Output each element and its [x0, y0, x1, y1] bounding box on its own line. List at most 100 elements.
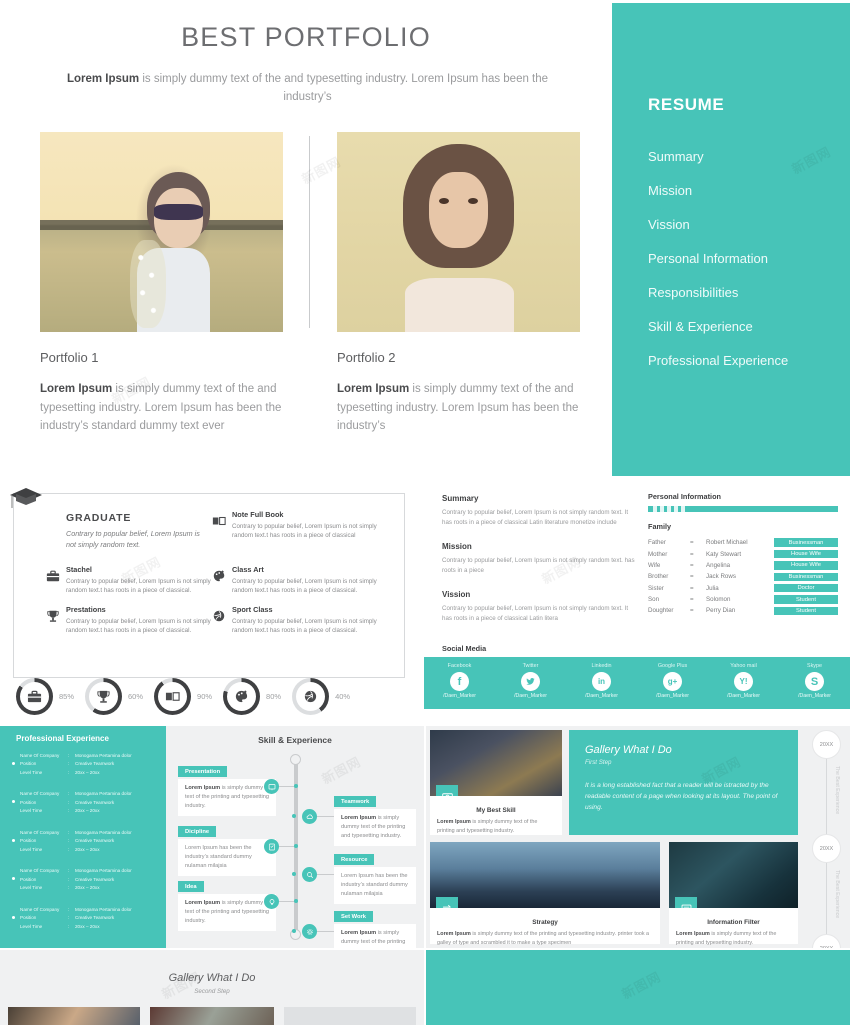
position-value: Creative Teamwork	[75, 876, 115, 882]
gallery-image	[430, 730, 562, 796]
gallery-card-text-bold: Lorem Ipsum	[676, 931, 710, 937]
company-label: Name Of Company	[20, 829, 60, 835]
resume-menu-item-mission[interactable]: Mission	[648, 183, 848, 198]
family-equals: =	[690, 584, 694, 592]
bullet-marker	[12, 915, 15, 919]
skill-card: Lorem Ipsum is simply dummy text of the …	[334, 924, 416, 948]
photo-flowers	[129, 240, 167, 328]
gallery-card-my-best-skill[interactable]: My Best Skill Lorem Ipsum is simply dumm…	[430, 730, 562, 835]
social-account-yahoo-mail[interactable]: Yahoo mail Y! /Daen_Marker	[708, 657, 779, 709]
social-handle: /Daen_Marker	[727, 693, 760, 699]
social-name: Linkedin	[591, 663, 612, 669]
company-value: Monogama Pertamina dolor	[75, 829, 132, 835]
position-value: Creative Teamwork	[75, 799, 115, 805]
resume-panel: RESUME Summary Mission Vission Personal Inf…	[612, 3, 850, 476]
gallery-image	[669, 842, 798, 908]
family-occupation-tag: House Wife	[774, 549, 838, 559]
portfolio-photo-1	[40, 132, 283, 332]
colon: :	[68, 799, 70, 805]
bullet-marker	[12, 838, 15, 842]
graduate-intro: Contrary to popular belief, Lorem Ipsum …	[66, 529, 200, 550]
ring-icon-trophy-icon	[89, 682, 119, 711]
skill-tag-dicipline: Dicipline	[178, 826, 217, 837]
gallery-card-title: My Best Skill	[476, 807, 516, 814]
family-equals: =	[690, 539, 694, 547]
gallery-card-text-bold: Lorem Ipsum	[437, 819, 471, 825]
summary-text: Contrary to popular belief, Lorem Ipsum …	[442, 509, 629, 527]
level-label: Level Time	[20, 923, 43, 929]
skill-experience-title: Skill & Experience	[258, 735, 332, 745]
social-handle: /Daen_Marker	[798, 693, 831, 699]
hero-subtitle: Lorem Ipsum is simply dummy text of the …	[60, 70, 555, 107]
resume-menu-item-professional-experience[interactable]: Professional Experience	[648, 353, 848, 368]
resume-menu-item-responsibilities[interactable]: Responsibilities	[648, 285, 848, 300]
personal-information-bar	[648, 506, 838, 512]
colon: :	[68, 906, 70, 912]
social-account-skype[interactable]: Skype S/Daen_Marker	[779, 657, 850, 709]
ring-icon-ball-icon	[296, 682, 326, 711]
company-label: Name Of Company	[20, 791, 60, 797]
company-label: Name Of Company	[20, 753, 60, 758]
ring-icon-palette-icon	[227, 682, 257, 711]
timeline-year-marker: 20XX	[812, 834, 841, 863]
progress-ring	[85, 678, 123, 715]
graduate-block-class-art: Class Art Contrary to popular belief, Lo…	[232, 565, 392, 596]
family-relation: Mother	[648, 550, 668, 558]
social-account-linkedin[interactable]: Linkedin in/Daen_Marker	[566, 657, 637, 709]
social-media-title: Social Media	[442, 644, 487, 653]
graduation-cap-icon	[10, 488, 42, 508]
gallery-card-strategy[interactable]: Strategy Lorem Ipsum is simply dummy tex…	[430, 842, 660, 946]
family-row: Father = Robert Michael Businessman	[648, 537, 838, 548]
stat-percent: 80%	[266, 692, 282, 701]
summary-text: Contrary to popular belief, Lorem Ipsum …	[442, 605, 629, 623]
block-title: Stachel	[66, 565, 92, 574]
graduate-title: GRADUATE	[66, 512, 132, 524]
family-relation: Wife	[648, 561, 661, 569]
family-relation: Son	[648, 596, 660, 604]
family-name: Robert Michael	[706, 539, 748, 547]
position-value: Creative Teamwork	[75, 915, 115, 921]
family-row: Mother = Katy Stewart House Wife	[648, 548, 838, 559]
timeline-year-marker: 20XX	[812, 730, 841, 759]
position-label: Position	[20, 876, 37, 882]
timeline-year-marker: 20XX	[812, 934, 841, 948]
portfolio-body-2: Lorem Ipsum is simply dummy text of the …	[337, 380, 582, 436]
photo-eye	[439, 198, 449, 204]
skill-text-bold: Lorem Ipsum	[185, 785, 221, 791]
block-title: Class Art	[232, 565, 264, 574]
resume-menu-item-skill-experience[interactable]: Skill & Experience	[648, 319, 848, 334]
hero-subtitle-rest: is simply dummy text of the and typesett…	[139, 73, 549, 104]
gallery-timeline: 20XX The Best Experience 20XX The Best Expe…	[804, 726, 850, 948]
block-text: Contrary to popular belief, Lorem Ipsum …	[232, 523, 377, 540]
social-handle: /Daen_Marker	[656, 693, 689, 699]
bullet-marker	[12, 800, 15, 804]
colon: :	[68, 876, 70, 882]
resume-menu-item-personal-information[interactable]: Personal Information	[648, 251, 848, 266]
block-title: Sport Class	[232, 605, 273, 614]
progress-ring	[223, 678, 261, 715]
gallery-step: First Step	[585, 759, 612, 766]
family-relation: Father	[648, 539, 666, 547]
skill-card: Lorem Ipsum has been the industry’s stan…	[334, 867, 416, 905]
spine-dot	[292, 929, 296, 933]
social-account-google-plus[interactable]: Google Plus g+ /Daen_Marker	[637, 657, 708, 709]
block-text: Contrary to popular belief, Lorem Ipsum …	[232, 578, 377, 595]
spine-dot	[294, 784, 298, 788]
resume-menu-item-summary[interactable]: Summary	[648, 149, 848, 164]
level-label: Level Time	[20, 885, 43, 891]
slide-professional-experience: Professional Experience Name Of Company:…	[0, 726, 166, 948]
spine-dot	[294, 844, 298, 848]
portfolio-body-1-bold: Lorem Ipsum	[40, 383, 113, 395]
level-value: 20xx – 20xx	[75, 923, 100, 929]
social-account-facebook[interactable]: Facebook f/Daen_Marker	[424, 657, 495, 709]
slide-bottom-teal-panel	[426, 950, 850, 1025]
resume-menu-item-vission[interactable]: Vission	[648, 217, 848, 232]
company-value: Monogama Pertamina dolor	[75, 753, 132, 758]
summary-text: Contrary to popular belief, Lorem Ipsum …	[442, 557, 635, 575]
slide-best-portfolio: BEST PORTFOLIO Lorem Ipsum is simply dum…	[0, 0, 850, 478]
gallery-teal-text: It is a long established fact that a rea…	[585, 782, 778, 812]
social-account-twitter[interactable]: Twitter/Daen_Marker	[495, 657, 566, 709]
colon: :	[68, 829, 70, 835]
colon: :	[68, 769, 70, 775]
gallery-card-information-filter[interactable]: Information Filter Lorem Ipsum is simply…	[669, 842, 798, 946]
